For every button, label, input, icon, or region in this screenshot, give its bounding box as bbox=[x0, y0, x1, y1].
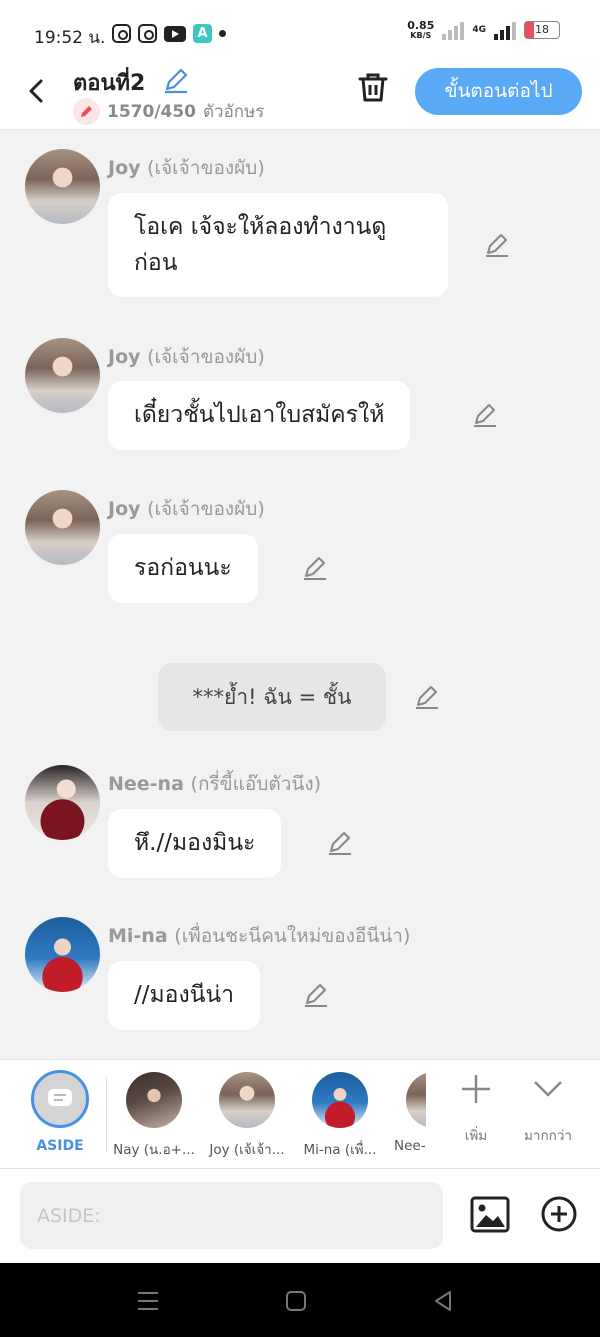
avatar bbox=[406, 1072, 426, 1128]
episode-title: ตอนที่2 bbox=[73, 71, 146, 96]
network-speed-unit: KB/S bbox=[410, 31, 432, 40]
back-arrow-icon[interactable] bbox=[22, 76, 52, 106]
message-bubble[interactable]: หึ.//มองมินะ bbox=[108, 809, 282, 878]
message-bubble[interactable]: โอเค เจ้จะให้ลองทำงานดู ก่อน bbox=[108, 193, 448, 297]
battery-level: 18 bbox=[535, 23, 549, 36]
chevron-down-icon bbox=[534, 1081, 562, 1097]
edit-message-pencil-icon[interactable] bbox=[301, 554, 329, 582]
notification-icons: A bbox=[112, 24, 226, 43]
next-step-button[interactable]: ขั้นตอนต่อไป bbox=[415, 68, 582, 115]
character-chip-joy[interactable]: Joy (เจ้เจ้า... bbox=[204, 1072, 290, 1160]
recent-apps-icon[interactable] bbox=[134, 1287, 162, 1315]
edit-message-pencil-icon[interactable] bbox=[326, 829, 354, 857]
character-selector-bar: ASIDE Nay (น.อ+... Joy (เจ้เจ้า... Mi-na… bbox=[0, 1059, 600, 1169]
instagram-icon bbox=[112, 24, 131, 43]
sender-name-text: Mi-na bbox=[108, 925, 168, 947]
sender-name-text: Joy bbox=[108, 498, 141, 520]
sender-name: Joy (เจ้เจ้าของผับ) bbox=[108, 342, 265, 372]
plus-icon bbox=[462, 1075, 490, 1103]
more-characters-button[interactable]: มากกว่า bbox=[520, 1072, 576, 1146]
avatar[interactable] bbox=[25, 338, 100, 413]
sender-role: (เพื่อนชะนีคนใหม่ของอีนีน่า) bbox=[174, 925, 411, 947]
character-label: Mi-na (เพื่... bbox=[303, 1142, 377, 1158]
wifi-signal-icon bbox=[442, 20, 465, 40]
aside-speech-icon bbox=[48, 1089, 72, 1106]
sender-name: Nee-na (กรี่ขี้แอ๊บตัวนึง) bbox=[108, 769, 321, 799]
more-label: มากกว่า bbox=[524, 1128, 572, 1144]
avatar[interactable] bbox=[25, 490, 100, 565]
avatar[interactable] bbox=[25, 917, 100, 992]
aside-selector-button[interactable] bbox=[31, 1070, 89, 1128]
app-a-icon: A bbox=[193, 24, 212, 43]
character-count-value: 1570/450 bbox=[107, 101, 197, 122]
sender-name: Joy (เจ้เจ้าของผับ) bbox=[108, 153, 265, 183]
sender-name-text: Joy bbox=[108, 346, 141, 368]
home-icon[interactable] bbox=[282, 1287, 310, 1315]
edit-message-pencil-icon[interactable] bbox=[483, 231, 511, 259]
system-icons: 0.85 KB/S 4G 18 bbox=[407, 20, 560, 40]
sender-role: (กรี่ขี้แอ๊บตัวนึง) bbox=[190, 773, 322, 795]
edit-title-pencil-icon[interactable] bbox=[162, 66, 190, 94]
edit-message-pencil-icon[interactable] bbox=[471, 401, 499, 429]
editor-header: ตอนที่2 1570/450 ตัวอักษร ขั้นตอนต่อไป bbox=[0, 62, 600, 130]
status-bar: 19:52 น. A 0.85 KB/S 4G 18 bbox=[0, 0, 600, 62]
sender-name-text: Nee-na bbox=[108, 773, 184, 795]
youtube-icon bbox=[164, 25, 186, 42]
character-chip-neena[interactable]: Nee- bbox=[394, 1072, 426, 1154]
character-count-unit: ตัวอักษร bbox=[203, 102, 265, 122]
character-chip-mina[interactable]: Mi-na (เพื่... bbox=[297, 1072, 383, 1160]
sender-name: Mi-na (เพื่อนชะนีคนใหม่ของอีนีน่า) bbox=[108, 921, 410, 951]
instagram-icon bbox=[138, 24, 157, 43]
system-navigation-bar bbox=[0, 1263, 600, 1337]
aside-text-input[interactable] bbox=[20, 1182, 443, 1249]
avatar[interactable] bbox=[25, 149, 100, 224]
status-time: 19:52 น. bbox=[34, 28, 106, 48]
divider bbox=[106, 1078, 107, 1153]
character-label: Nay (น.อ+... bbox=[113, 1142, 195, 1158]
back-triangle-icon[interactable] bbox=[430, 1287, 458, 1315]
network-type: 4G bbox=[472, 25, 486, 35]
edit-message-pencil-icon[interactable] bbox=[302, 981, 330, 1009]
add-character-button[interactable]: เพิ่ม bbox=[452, 1072, 500, 1146]
character-label: Joy (เจ้เจ้า... bbox=[209, 1142, 285, 1158]
sender-role: (เจ้เจ้าของผับ) bbox=[147, 157, 265, 179]
battery-icon: 18 bbox=[524, 21, 560, 39]
message-input-bar bbox=[0, 1169, 600, 1263]
aside-bubble[interactable]: ***ย้ำ! ฉัน = ชั้น bbox=[158, 663, 386, 731]
avatar bbox=[312, 1072, 368, 1128]
trash-icon[interactable] bbox=[356, 70, 390, 104]
sender-name-text: Joy bbox=[108, 157, 141, 179]
message-bubble[interactable]: //มองนีน่า bbox=[108, 961, 261, 1030]
sender-role: (เจ้เจ้าของผับ) bbox=[147, 498, 265, 520]
message-bubble[interactable]: เดี๋ยวชั้นไปเอาใบสมัครให้ bbox=[108, 381, 411, 450]
dot-icon bbox=[219, 30, 226, 37]
avatar bbox=[126, 1072, 182, 1128]
aside-selector-label: ASIDE bbox=[36, 1138, 84, 1154]
character-count: 1570/450 ตัวอักษร bbox=[73, 98, 264, 125]
image-icon[interactable] bbox=[470, 1196, 510, 1233]
sender-role: (เจ้เจ้าของผับ) bbox=[147, 346, 265, 368]
avatar[interactable] bbox=[25, 765, 100, 840]
edit-message-pencil-icon[interactable] bbox=[413, 683, 441, 711]
cell-signal-icon bbox=[494, 20, 516, 40]
network-speed: 0.85 KB/S bbox=[407, 20, 434, 40]
pencil-badge-icon bbox=[73, 98, 100, 125]
add-circle-icon[interactable] bbox=[540, 1195, 578, 1233]
sender-name: Joy (เจ้เจ้าของผับ) bbox=[108, 494, 265, 524]
avatar bbox=[219, 1072, 275, 1128]
character-chip-nay[interactable]: Nay (น.อ+... bbox=[111, 1072, 197, 1160]
message-bubble[interactable]: รอก่อนนะ bbox=[108, 534, 258, 603]
add-label: เพิ่ม bbox=[464, 1128, 488, 1144]
character-label: Nee- bbox=[394, 1138, 426, 1154]
